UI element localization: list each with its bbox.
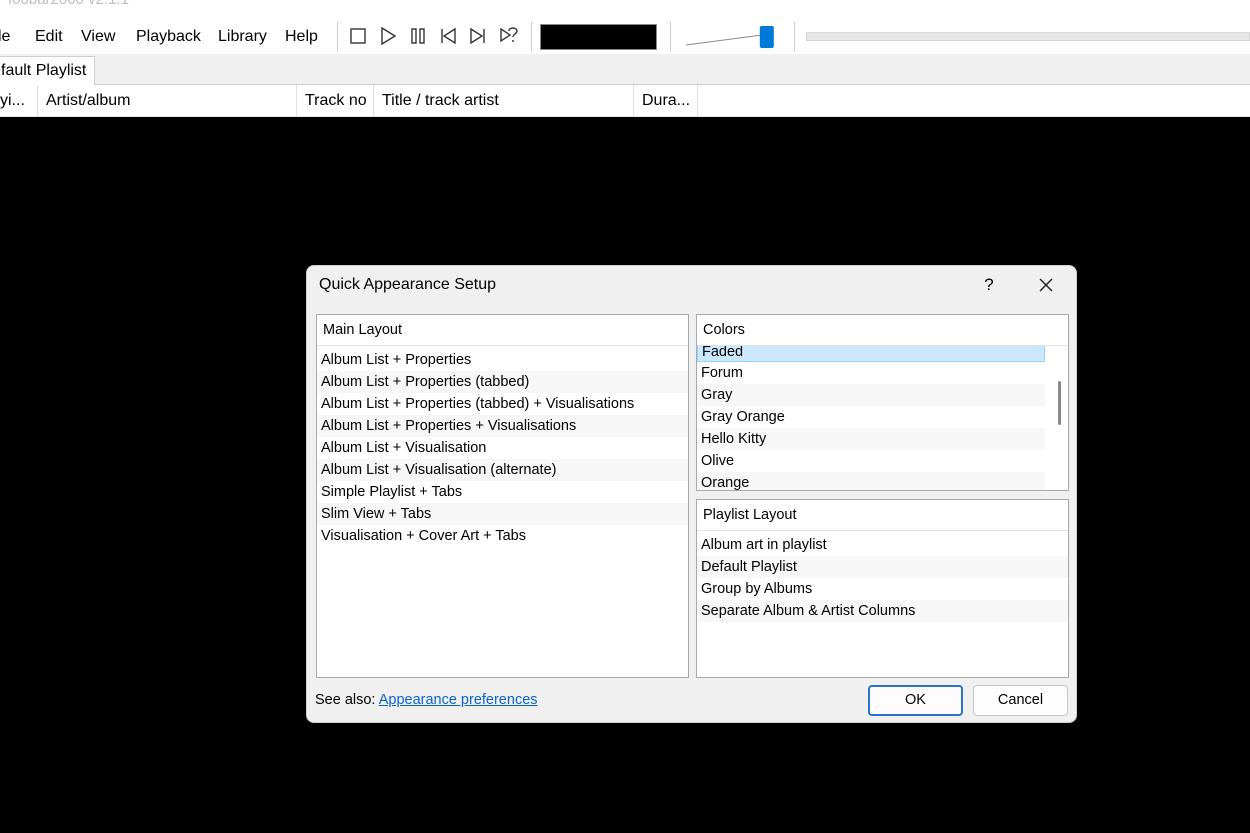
list-item[interactable]: Album List + Properties [317,349,688,371]
next-icon[interactable] [468,26,488,46]
toolbar-separator [337,22,338,52]
list-item[interactable]: Separate Album & Artist Columns [697,600,1068,622]
stop-icon[interactable] [348,26,368,46]
see-also: See also: Appearance preferences [315,692,538,708]
cancel-button[interactable]: Cancel [973,685,1068,716]
playlist-layout-header: Playlist Layout [697,500,1068,531]
playlist-layout-list[interactable]: Playlist Layout Album art in playlist De… [696,499,1069,678]
main-window-top: foobar2000 v2.1.1 le Edit View Playback … [0,0,1250,117]
list-item[interactable]: Olive [697,450,1045,472]
toolbar-separator [794,22,795,52]
pause-icon[interactable] [408,26,428,46]
column-playing[interactable]: yi... [0,85,38,117]
column-artist-album[interactable]: Artist/album [38,85,297,117]
menu-playback[interactable]: Playback [136,28,201,46]
menu-file[interactable]: le [0,28,10,46]
playlist-tab[interactable]: fault Playlist [0,56,96,85]
window-titlebar: foobar2000 v2.1.1 [0,0,1250,20]
toolbar-separator [670,22,671,52]
list-item[interactable]: Album art in playlist [697,534,1068,556]
playlist-tabbar: fault Playlist [0,54,1250,85]
list-item[interactable]: Gray [697,384,1045,406]
random-icon[interactable] [498,26,518,46]
list-item[interactable]: Hello Kitty [697,428,1045,450]
seek-bar[interactable] [806,32,1250,41]
playlist-column-header: yi... Artist/album Track no Title / trac… [0,85,1250,117]
colors-header: Colors [697,315,1068,346]
toolbar-separator [531,22,532,52]
column-track-no[interactable]: Track no [297,85,374,117]
list-item[interactable]: Album List + Properties (tabbed) + Visua… [317,393,688,415]
list-item[interactable]: Simple Playlist + Tabs [317,481,688,503]
column-duration[interactable]: Dura... [634,85,698,117]
see-also-label: See also: [315,692,376,708]
help-button[interactable]: ? [975,270,1003,300]
colors-list[interactable]: Faded Colors Forum Gray Gray Orange Hell… [696,314,1069,491]
quick-appearance-dialog: Quick Appearance Setup ? Main Layout Alb… [306,265,1077,723]
window-title: foobar2000 v2.1.1 [8,0,129,8]
list-item[interactable]: Album List + Visualisation [317,437,688,459]
dialog-title: Quick Appearance Setup [319,276,497,293]
menu-library[interactable]: Library [218,28,267,46]
list-item[interactable]: Visualisation + Cover Art + Tabs [317,525,688,547]
volume-slider[interactable] [684,22,776,52]
column-title[interactable]: Title / track artist [374,85,634,117]
menubar: le Edit View Playback Library Help [0,20,1250,54]
ok-button[interactable]: OK [868,685,963,716]
list-item[interactable]: Orange [697,472,1045,490]
appearance-preferences-link[interactable]: Appearance preferences [379,692,538,708]
close-icon[interactable] [1029,270,1063,300]
list-item[interactable]: Album List + Visualisation (alternate) [317,459,688,481]
menu-help[interactable]: Help [285,28,318,46]
menu-view[interactable]: View [81,28,115,46]
visualisation-display [540,24,657,50]
play-icon[interactable] [378,26,398,46]
previous-icon[interactable] [438,26,458,46]
main-layout-header: Main Layout [317,315,688,346]
colors-scrollbar[interactable] [1058,381,1061,425]
list-item[interactable]: Album List + Properties + Visualisations [317,415,688,437]
list-item[interactable]: Slim View + Tabs [317,503,688,525]
main-layout-list[interactable]: Main Layout Album List + Properties Albu… [316,314,689,678]
list-item[interactable]: Forum [697,362,1045,384]
list-item[interactable]: Gray Orange [697,406,1045,428]
menu-edit[interactable]: Edit [35,28,63,46]
list-item[interactable]: Album List + Properties (tabbed) [317,371,688,393]
list-item[interactable]: Default Playlist [697,556,1068,578]
list-item[interactable]: Group by Albums [697,578,1068,600]
